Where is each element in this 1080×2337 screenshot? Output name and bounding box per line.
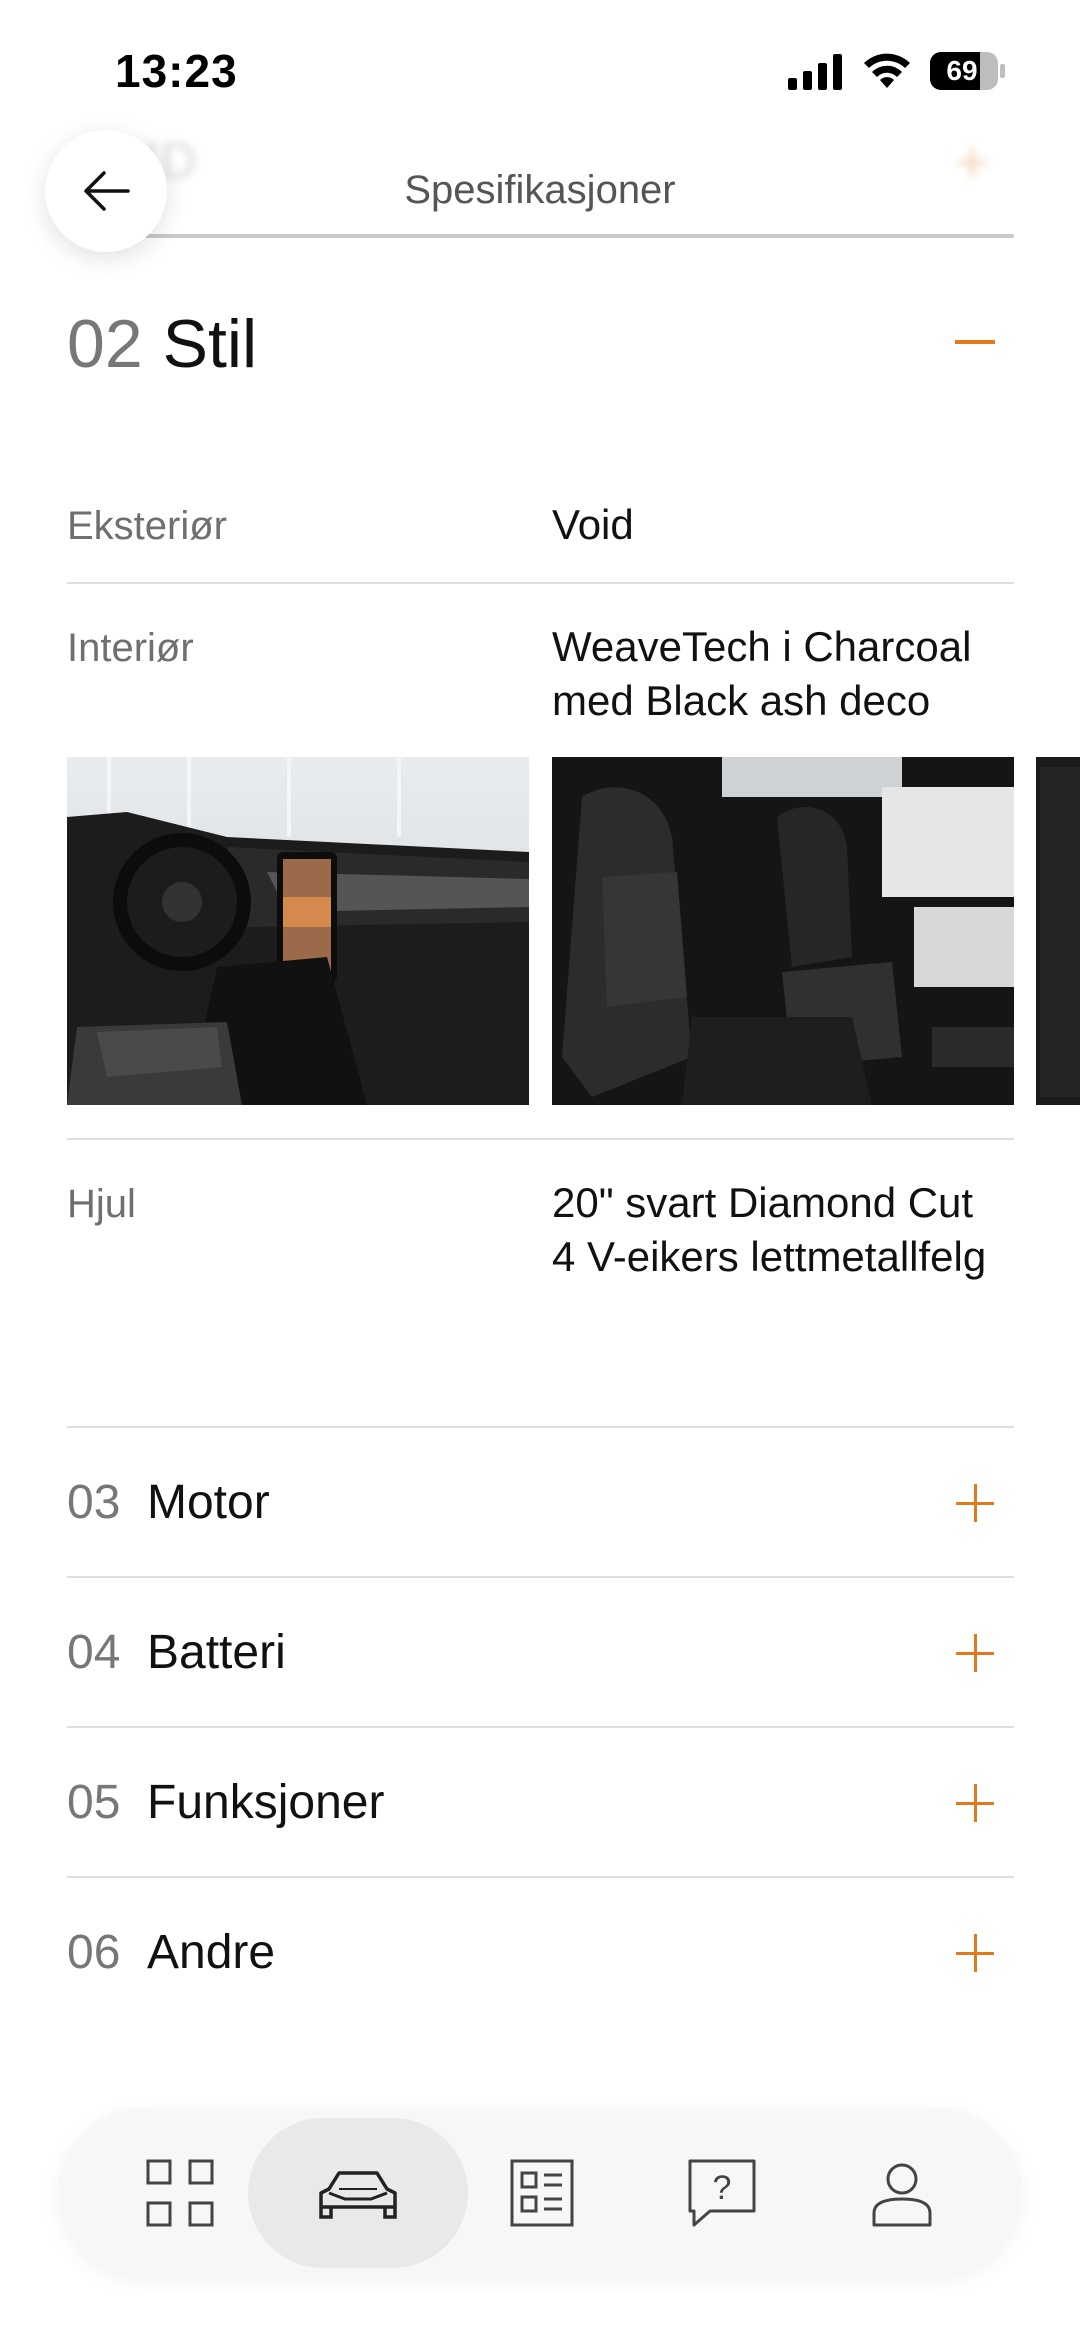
section-number: 02 <box>67 306 143 382</box>
interior-fabric-image[interactable] <box>1036 757 1080 1105</box>
accordion-number: 06 <box>67 1926 121 1979</box>
wheels-value-line2: 4 V-eikers lettmetallfelg <box>552 1233 987 1280</box>
plus-icon <box>956 1484 994 1522</box>
status-bar: 13:23 69 <box>0 0 1080 140</box>
section-name: Stil <box>162 306 258 382</box>
interior-label: Interiør <box>67 626 194 670</box>
help-icon: ? <box>688 2159 756 2227</box>
plus-icon <box>956 1784 994 1822</box>
arrow-left-icon <box>84 171 130 211</box>
nav-profile[interactable] <box>792 2118 1012 2268</box>
status-time: 13:23 <box>115 45 238 97</box>
plus-icon <box>956 1634 994 1672</box>
svg-text:?: ? <box>713 2169 732 2207</box>
accordion-item-motor[interactable]: 03 Motor <box>67 1428 1014 1578</box>
exterior-value: Void <box>552 501 634 548</box>
accordion-title: Motor <box>147 1476 270 1529</box>
accordion-title: Batteri <box>147 1626 286 1679</box>
accordion-number: 04 <box>67 1626 121 1679</box>
header-divider <box>140 234 1014 238</box>
accordion-item-funksjoner[interactable]: 05 Funksjoner <box>67 1728 1014 1878</box>
car-icon <box>319 2171 397 2219</box>
document-list-icon <box>510 2159 574 2227</box>
grid-icon <box>146 2159 214 2227</box>
divider <box>67 582 1014 584</box>
battery-icon: 69 <box>930 52 1006 90</box>
section-heading[interactable]: 02 Stil <box>67 305 257 383</box>
wheels-label: Hjul <box>67 1182 136 1226</box>
wheels-value-line1: 20" svart Diamond Cut <box>552 1179 974 1226</box>
interior-seats-image[interactable] <box>552 757 1014 1105</box>
exterior-label: Eksteriør <box>67 504 227 548</box>
accordion-title: Andre <box>147 1926 276 1979</box>
accordion-title: Funksjoner <box>147 1776 385 1829</box>
signal-icon <box>788 54 842 90</box>
accordion-item-andre[interactable]: 06 Andre <box>67 1878 1014 2028</box>
wifi-icon <box>864 53 910 88</box>
interior-value-line1: WeaveTech i Charcoal <box>552 623 972 670</box>
profile-icon <box>872 2163 932 2227</box>
accordion-number: 03 <box>67 1476 121 1529</box>
battery-level: 69 <box>946 55 978 86</box>
interior-dashboard-image[interactable] <box>67 757 529 1105</box>
divider <box>67 1138 1014 1140</box>
minus-icon[interactable] <box>955 340 995 344</box>
accordion-number: 05 <box>67 1776 121 1829</box>
wheels-value: 20" svart Diamond Cut 4 V-eikers lettmet… <box>552 1176 986 1284</box>
interior-value-line2: med Black ash deco <box>552 677 931 724</box>
accordion-item-batteri[interactable]: 04 Batteri <box>67 1578 1014 1728</box>
bottom-nav: ? <box>58 2108 1022 2278</box>
back-button[interactable] <box>45 130 167 252</box>
interior-value: WeaveTech i Charcoal med Black ash deco <box>552 620 971 728</box>
plus-icon <box>956 1934 994 1972</box>
